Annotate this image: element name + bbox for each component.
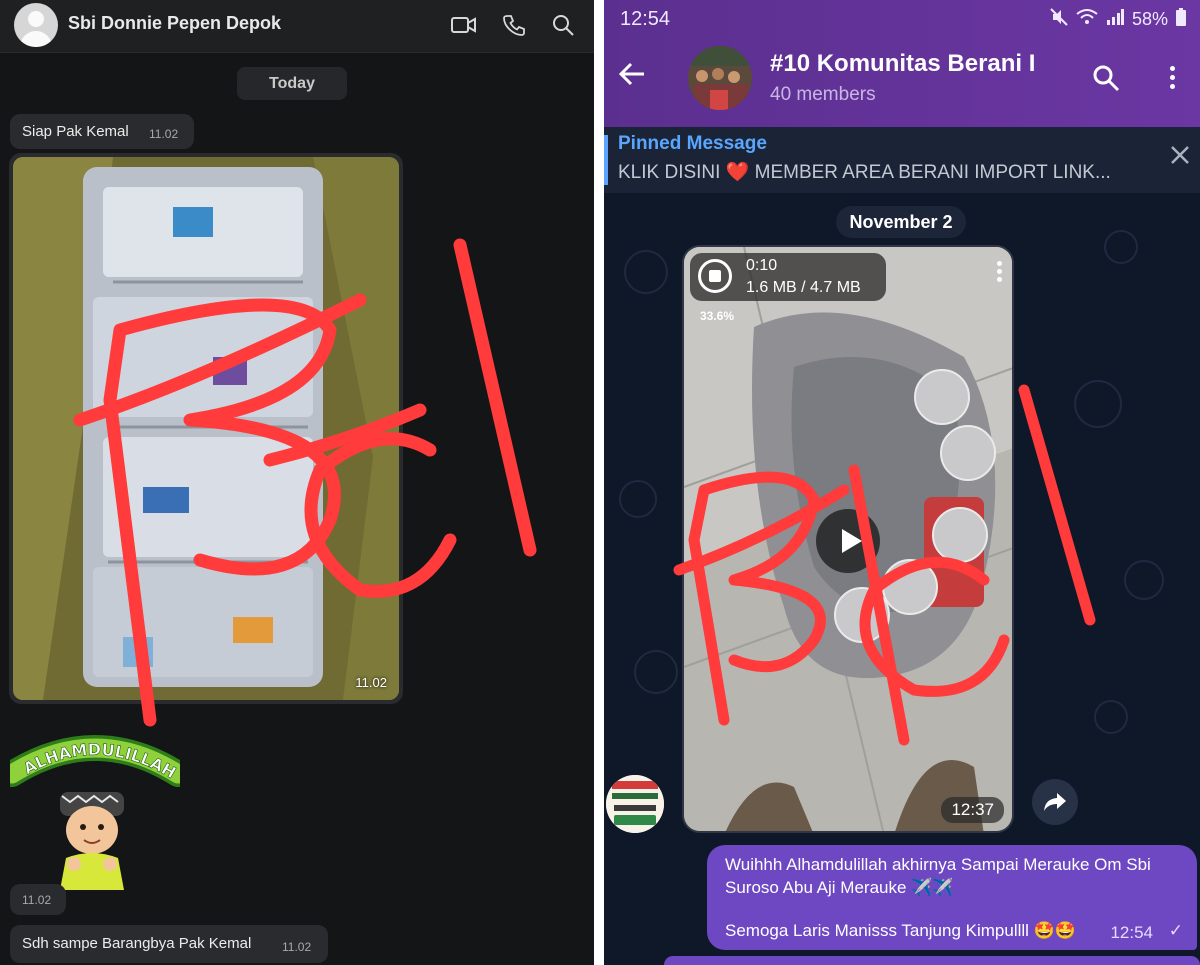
date-divider: Today [237,67,347,100]
battery-icon [1176,8,1186,31]
more-menu-icon[interactable] [1170,66,1175,89]
pinned-message-bar[interactable]: Pinned Message KLIK DISINI ❤️ MEMBER ARE… [604,127,1200,193]
message-bubble[interactable]: Siap Pak Kemal 11.02 [10,114,194,149]
phone-icon[interactable] [499,10,529,40]
avatar[interactable] [14,3,58,47]
search-icon[interactable] [1092,64,1120,97]
message-time: 11.02 [282,940,312,954]
wifi-icon [1076,9,1098,30]
message-line: Semoga Laris Manisss Tanjung Kimpullll 🤩… [725,921,1076,940]
read-check-icon: ✓ [1168,921,1183,940]
download-size: 1.6 MB / 4.7 MB [746,279,861,296]
group-avatar[interactable] [688,46,752,110]
video-duration: 0:10 [746,257,778,274]
next-message-edge [664,956,1200,965]
video-time: 12:37 [941,797,1004,823]
battery-level: 58% [1131,9,1168,29]
outgoing-message[interactable]: Wuihhh Alhamdulillah akhirnya Sampai Mer… [707,845,1197,950]
message-bubble[interactable]: Sdh sampe Barangbya Pak Kemal 11.02 [10,925,328,963]
telegram-panel: 12:54 58% #10 Komunitas Berani I 40 memb… [604,0,1200,965]
search-icon[interactable] [548,10,578,40]
chat-header: Sbi Donnie Pepen Depok [0,0,594,53]
message-time: 11.02 [149,127,179,141]
contact-name[interactable]: Sbi Donnie Pepen Depok [68,13,281,34]
message-line: Wuihhh Alhamdulillah akhirnya Sampai Mer… [725,855,1151,874]
play-icon[interactable] [816,509,880,573]
video-menu-icon[interactable] [997,261,1002,282]
download-status[interactable]: 0:10 1.6 MB / 4.7 MB [690,253,886,301]
image-time: 11.02 [355,675,387,690]
message-text: Siap Pak Kemal [22,123,129,140]
download-progress: 33.6% [700,309,735,323]
video-call-icon[interactable] [449,10,479,40]
message-text: Sdh sampe Barangbya Pak Kemal [22,935,252,952]
video-message[interactable]: 0:10 1.6 MB / 4.7 MB 33.6% 12:37 [682,245,1014,833]
package-photo[interactable]: 11.02 [13,157,399,700]
signal-icon [1106,9,1124,30]
message-time: 12:54 [1110,923,1153,942]
sticker-time-bubble: 11.02 [10,884,66,915]
chat-header: 12:54 58% #10 Komunitas Berani I 40 memb… [604,0,1200,127]
pinned-text: KLIK DISINI ❤️ MEMBER AREA BERANI IMPORT… [618,162,1111,183]
forward-icon[interactable] [1032,779,1078,825]
message-line: Suroso Abu Aji Merauke ✈️✈️ [725,878,954,897]
whatsapp-panel: Sbi Donnie Pepen Depok Today Siap Pak Ke… [0,0,594,965]
mute-icon [1050,8,1068,31]
back-arrow-icon[interactable] [618,62,646,91]
close-icon[interactable] [1170,145,1190,170]
alhamdulillah-sticker[interactable]: ALHAMDULILLAH [0,730,191,890]
image-message[interactable]: 11.02 [9,153,403,704]
status-icons: 58% [1050,8,1186,31]
sender-avatar[interactable] [606,775,664,833]
pinned-title: Pinned Message [618,133,767,154]
message-time: 11.02 [22,893,52,907]
status-time: 12:54 [620,8,671,30]
member-count: 40 members [770,84,876,105]
date-divider: November 2 [836,206,966,238]
chat-title[interactable]: #10 Komunitas Berani I [770,50,1035,78]
